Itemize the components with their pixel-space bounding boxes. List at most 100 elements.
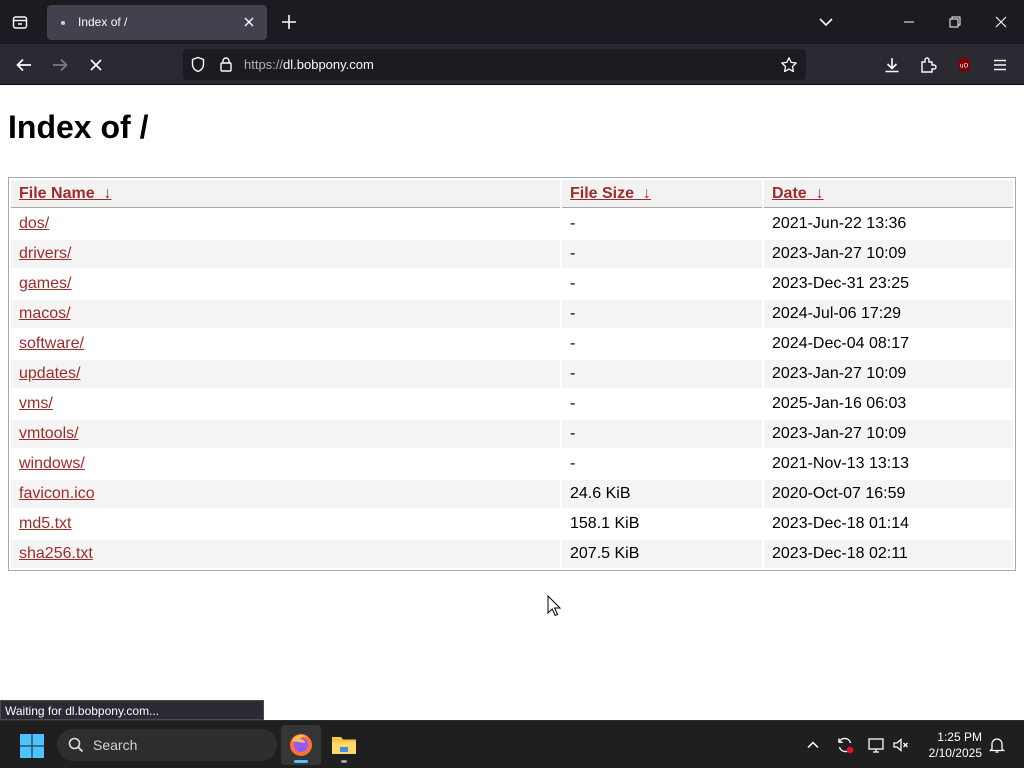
sync-status-button[interactable] [835, 735, 855, 755]
file-link[interactable]: macos/ [19, 305, 71, 322]
arrow-left-icon [16, 58, 31, 72]
taskbar-firefox[interactable] [281, 725, 321, 765]
restore-icon [949, 16, 961, 28]
file-link[interactable]: software/ [19, 335, 84, 352]
file-size-cell: 207.5 KiB [562, 540, 762, 568]
file-link[interactable]: vms/ [19, 395, 53, 412]
close-icon [995, 16, 1007, 28]
table-row: drivers/ -2023-Jan-27 10:09 [11, 240, 1013, 268]
file-link[interactable]: sha256.txt [19, 545, 93, 562]
clock-time: 1:25 PM [937, 730, 982, 744]
page-title: Index of / [8, 109, 149, 145]
running-indicator [294, 760, 308, 763]
address-bar[interactable]: https://dl.bobpony.com [183, 49, 806, 80]
app-menu-button[interactable] [989, 54, 1011, 76]
bookmark-star-icon[interactable] [780, 56, 798, 78]
folder-icon [332, 737, 356, 754]
table-row: vmtools/ -2023-Jan-27 10:09 [11, 420, 1013, 448]
stop-icon [90, 59, 102, 71]
file-size-cell: - [570, 215, 576, 232]
table-row: games/ - 2023-Dec-31 23:25 [11, 270, 1013, 298]
svg-text:uO: uO [960, 63, 969, 70]
taskbar-search-box[interactable]: Search [57, 729, 277, 761]
file-name-cell: games/ [11, 270, 560, 298]
file-listing-table: File Name ↓ File Size ↓ Date ↓ dos/-2021… [8, 177, 1016, 571]
file-date-cell: 2023-Dec-18 01:14 [772, 515, 909, 532]
file-link[interactable]: games/ [19, 275, 71, 292]
ublock-origin-button[interactable]: uO [953, 54, 975, 76]
forward-button[interactable] [49, 54, 71, 76]
table-row: windows/ - 2021-Nov-13 13:13 [11, 450, 1013, 478]
sort-arrow-icon: ↓ [103, 184, 112, 202]
sort-by-file-name-link[interactable]: File Name ↓ [19, 185, 111, 202]
file-date-cell: 2021-Nov-13 13:13 [772, 455, 909, 472]
file-date-cell: 2023-Dec-18 02:11 [764, 540, 1013, 568]
windows-taskbar: Search 1:25 PM 2/10/2025 [0, 720, 1024, 768]
file-link[interactable]: dos/ [19, 215, 49, 232]
active-tab[interactable]: Index of / [47, 5, 267, 40]
system-clock[interactable]: 1:25 PM 2/10/2025 [918, 729, 982, 761]
volume-button[interactable] [891, 735, 911, 755]
notifications-button[interactable] [987, 735, 1007, 755]
url-scheme: https:// [244, 57, 284, 72]
tab-close-icon[interactable] [241, 14, 257, 30]
file-size-cell: - [562, 240, 762, 268]
file-link[interactable]: drivers/ [19, 245, 71, 262]
table-row: vms/ - 2025-Jan-16 06:03 [11, 390, 1013, 418]
file-size-cell: - [562, 420, 762, 448]
new-tab-button[interactable] [279, 12, 299, 32]
file-name-cell: vmtools/ [11, 420, 560, 448]
tracking-protection-shield-icon[interactable] [190, 56, 206, 77]
start-button[interactable] [19, 733, 45, 759]
file-date-cell: 2024-Dec-04 08:17 [772, 335, 909, 352]
chevron-up-icon [807, 741, 819, 749]
lock-icon[interactable] [219, 56, 233, 77]
firefox-view-button[interactable] [6, 8, 34, 36]
downloads-button[interactable] [881, 54, 903, 76]
file-size-cell: - [562, 360, 762, 388]
show-hidden-icons-button[interactable] [803, 735, 823, 755]
file-link[interactable]: windows/ [19, 455, 85, 472]
url-text[interactable]: https://dl.bobpony.com [244, 57, 374, 72]
restore-button[interactable] [932, 0, 978, 44]
file-name-cell: macos/ [11, 300, 560, 328]
file-link[interactable]: md5.txt [19, 515, 71, 532]
close-window-button[interactable] [978, 0, 1024, 44]
network-button[interactable] [866, 735, 886, 755]
table-row: dos/ - 2021-Jun-22 13:36 [11, 210, 1013, 238]
column-label: File Size [570, 184, 635, 202]
list-all-tabs-button[interactable] [817, 13, 835, 31]
sort-by-file-size-link[interactable]: File Size ↓ [570, 185, 651, 202]
firefox-view-icon [12, 16, 28, 29]
bell-icon [988, 738, 1006, 753]
minimize-button[interactable] [886, 0, 932, 44]
column-header-date: Date ↓ [764, 180, 1013, 208]
back-button[interactable] [13, 54, 35, 76]
extensions-button[interactable] [917, 54, 939, 76]
status-panel: Waiting for dl.bobpony.com... [0, 700, 264, 720]
file-link[interactable]: updates/ [19, 365, 80, 382]
file-name-cell: md5.txt [11, 510, 560, 538]
tab-title: Index of / [78, 15, 128, 29]
column-header-file-size: File Size ↓ [562, 180, 762, 208]
file-link[interactable]: vmtools/ [19, 425, 79, 442]
file-date-cell: 2023-Dec-31 23:25 [772, 275, 909, 292]
file-date-cell: 2023-Jan-27 10:09 [764, 420, 1013, 448]
table-row: macos/ -2024-Jul-06 17:29 [11, 300, 1013, 328]
hamburger-menu-icon [994, 59, 1006, 71]
firefox-icon [290, 734, 312, 756]
page-content: Index of / File Name ↓ File Size ↓ Date … [0, 85, 1024, 720]
file-date-cell: 2021-Jun-22 13:36 [772, 215, 907, 232]
file-size-cell: - [570, 275, 576, 292]
file-size-cell: - [570, 335, 576, 352]
stop-loading-button[interactable] [85, 54, 107, 76]
file-name-cell: sha256.txt [11, 540, 560, 568]
arrow-right-icon [53, 58, 68, 72]
sort-by-date-link[interactable]: Date ↓ [772, 185, 824, 202]
search-icon [68, 737, 84, 757]
file-size-cell: - [570, 395, 576, 412]
sort-arrow-icon: ↓ [642, 184, 651, 202]
windows-logo-icon [20, 734, 44, 758]
file-link[interactable]: favicon.ico [19, 485, 95, 502]
taskbar-file-explorer[interactable] [324, 725, 364, 765]
